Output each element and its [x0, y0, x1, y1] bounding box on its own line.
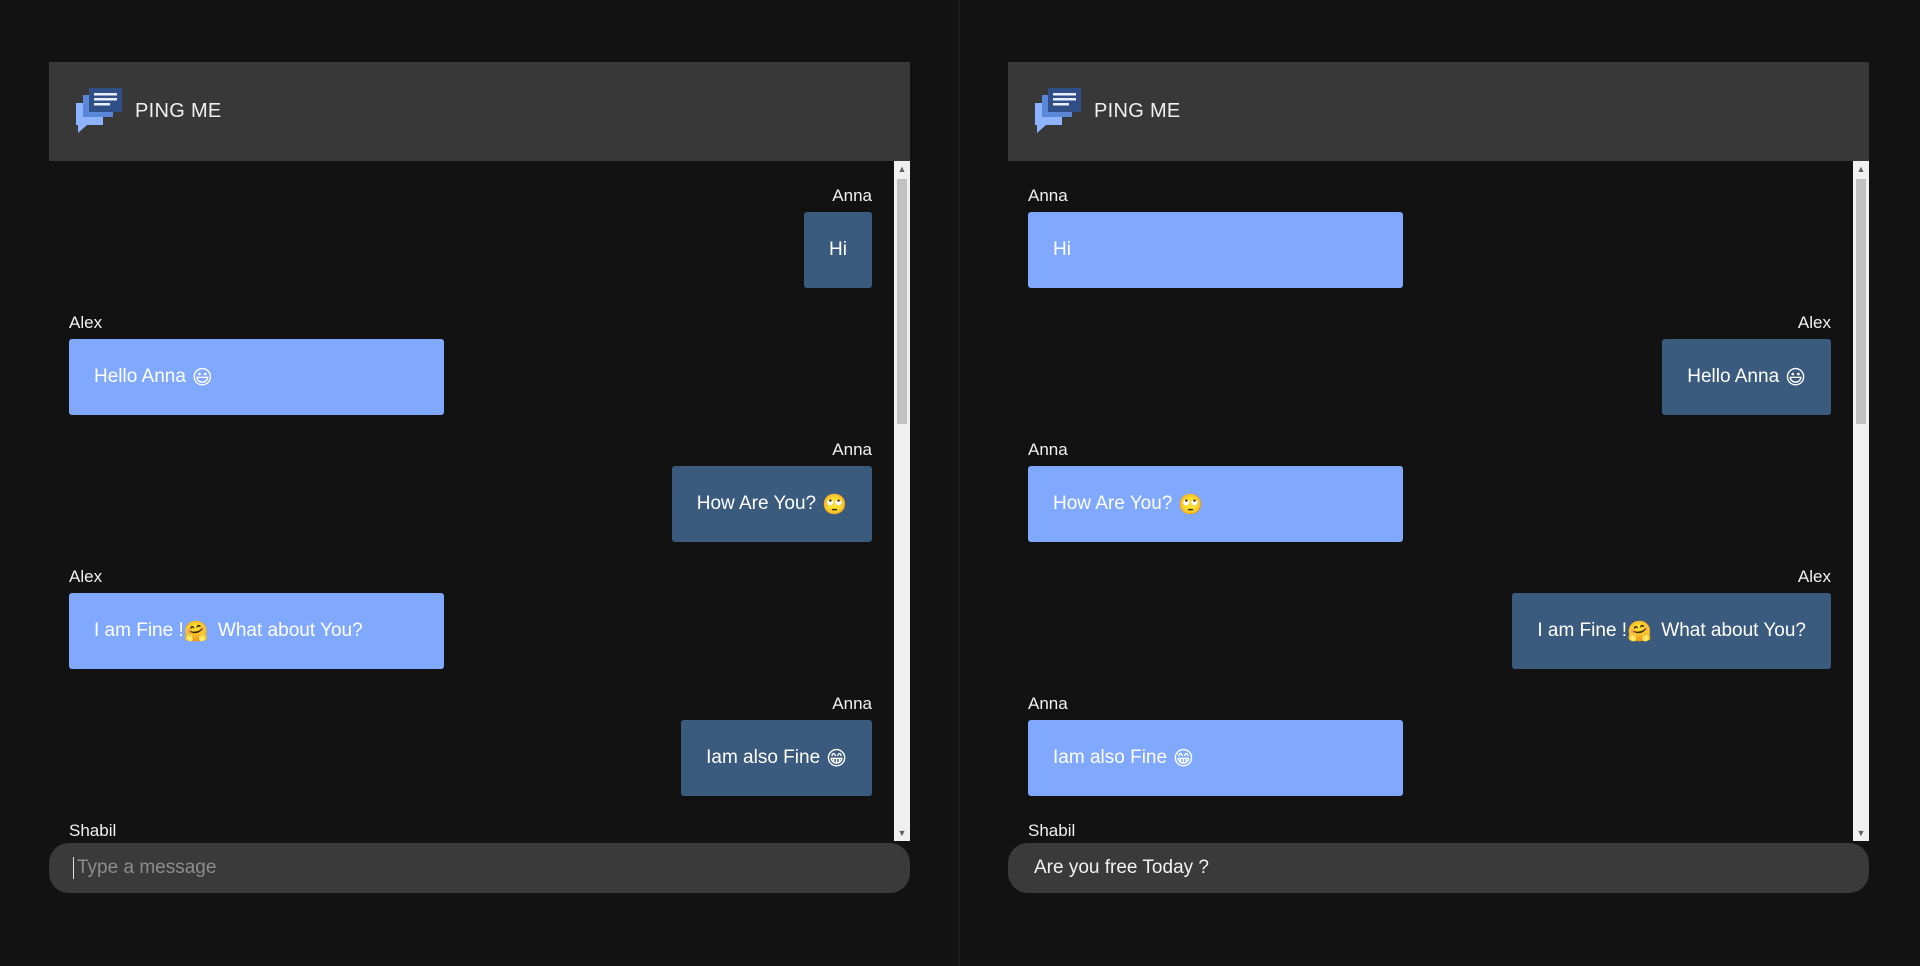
- message-text: Hello Anna: [1687, 366, 1780, 387]
- triangle-up-icon[interactable]: ▲: [894, 161, 910, 177]
- message-bubble: Hello Anna 😃: [1662, 339, 1831, 415]
- text-caret: [73, 857, 74, 879]
- message-text: What about You?: [1655, 620, 1806, 641]
- chat-window-alex: PING ME Anna Hi Alex Hello Anna 😃 Anna H…: [1008, 62, 1869, 893]
- message-text: How Are You?: [1053, 493, 1173, 514]
- message: Anna Iam also Fine 😁: [69, 694, 872, 796]
- sender-name: Alex: [1797, 567, 1831, 586]
- message-input-bar: [1008, 843, 1869, 893]
- sender-name: Anna: [1028, 186, 1068, 205]
- scroll-thumb[interactable]: [897, 179, 907, 424]
- hugging-face-icon: 🤗: [1627, 620, 1652, 643]
- sender-name: Shabil: [1028, 821, 1076, 840]
- chat-window-anna: PING ME Anna Hi Alex Hello Anna 😃 Anna H…: [49, 62, 910, 893]
- message-bubble: Hello Anna 😃: [69, 339, 444, 415]
- message-list: Anna Hi Alex Hello Anna 😃 Anna How Are Y…: [1008, 161, 1853, 841]
- message-text: Hi: [829, 239, 847, 260]
- chat-header: PING ME: [49, 62, 910, 161]
- pane-divider: [958, 0, 960, 966]
- message-bubble: How Are You? 🙄: [1028, 466, 1403, 542]
- message: Shabil: [1028, 821, 1831, 841]
- beaming-face-icon: 😁: [826, 747, 847, 770]
- message: Anna How Are You? 🙄: [1028, 440, 1831, 542]
- message: Alex I am Fine ! 🤗 What about You?: [69, 567, 872, 669]
- message: Anna Hi: [69, 186, 872, 288]
- triangle-down-icon[interactable]: ▼: [894, 825, 910, 841]
- app-title: PING ME: [1094, 100, 1181, 122]
- message-text: I am Fine !: [94, 620, 184, 641]
- sender-name: Anna: [1028, 694, 1068, 713]
- message: Anna Hi: [1028, 186, 1831, 288]
- message-text: Hello Anna: [94, 366, 186, 387]
- message-input[interactable]: [75, 856, 886, 880]
- hugging-face-icon: 🤗: [183, 620, 209, 643]
- message-bubble: Iam also Fine 😁: [1028, 720, 1403, 796]
- sender-name: Anna: [832, 186, 872, 205]
- message: Alex Hello Anna 😃: [1028, 313, 1831, 415]
- message: Shabil: [69, 821, 872, 841]
- message-text: What about You?: [212, 620, 363, 641]
- grinning-face-icon: 😃: [1785, 366, 1806, 389]
- message-list: Anna Hi Alex Hello Anna 😃 Anna How Are Y…: [49, 161, 894, 841]
- sender-name: Alex: [69, 567, 103, 586]
- grinning-face-icon: 😃: [191, 366, 213, 389]
- app-title: PING ME: [135, 100, 222, 122]
- message-input[interactable]: [1032, 856, 1845, 880]
- triangle-up-icon[interactable]: ▲: [1853, 161, 1869, 177]
- scrollbar[interactable]: ▲ ▼: [1853, 161, 1869, 841]
- scrollbar[interactable]: ▲ ▼: [894, 161, 910, 841]
- sender-name: Anna: [832, 440, 872, 459]
- triangle-down-icon[interactable]: ▼: [1853, 825, 1869, 841]
- message: Anna How Are You? 🙄: [69, 440, 872, 542]
- sender-name: Shabil: [69, 821, 117, 840]
- message: Alex Hello Anna 😃: [69, 313, 872, 415]
- eye-roll-face-icon: 🙄: [822, 493, 847, 516]
- sender-name: Alex: [69, 313, 103, 332]
- sender-name: Alex: [1797, 313, 1831, 332]
- message-bubble: I am Fine ! 🤗 What about You?: [1512, 593, 1831, 669]
- chat-bubbles-icon: [76, 87, 122, 133]
- message-text: Iam also Fine: [706, 747, 821, 768]
- message: Anna Iam also Fine 😁: [1028, 694, 1831, 796]
- message-text: Hi: [1053, 239, 1071, 260]
- message-text: I am Fine !: [1537, 620, 1628, 641]
- message-bubble: Hi: [804, 212, 872, 288]
- message-area[interactable]: Anna Hi Alex Hello Anna 😃 Anna How Are Y…: [1008, 161, 1869, 841]
- message-bubble: Hi: [1028, 212, 1403, 288]
- beaming-face-icon: 😁: [1173, 747, 1194, 770]
- message-input-bar: [49, 843, 910, 893]
- chat-header: PING ME: [1008, 62, 1869, 161]
- message: Alex I am Fine ! 🤗 What about You?: [1028, 567, 1831, 669]
- sender-name: Anna: [832, 694, 872, 713]
- scroll-thumb[interactable]: [1856, 179, 1866, 424]
- message-bubble: How Are You? 🙄: [671, 466, 872, 542]
- message-bubble: I am Fine ! 🤗 What about You?: [69, 593, 444, 669]
- chat-bubbles-icon: [1035, 87, 1081, 133]
- message-area[interactable]: Anna Hi Alex Hello Anna 😃 Anna How Are Y…: [49, 161, 910, 841]
- message-bubble: Iam also Fine 😁: [681, 720, 872, 796]
- message-text: Iam also Fine: [1053, 747, 1168, 768]
- eye-roll-face-icon: 🙄: [1178, 493, 1204, 516]
- message-text: How Are You?: [696, 493, 817, 514]
- sender-name: Anna: [1028, 440, 1068, 459]
